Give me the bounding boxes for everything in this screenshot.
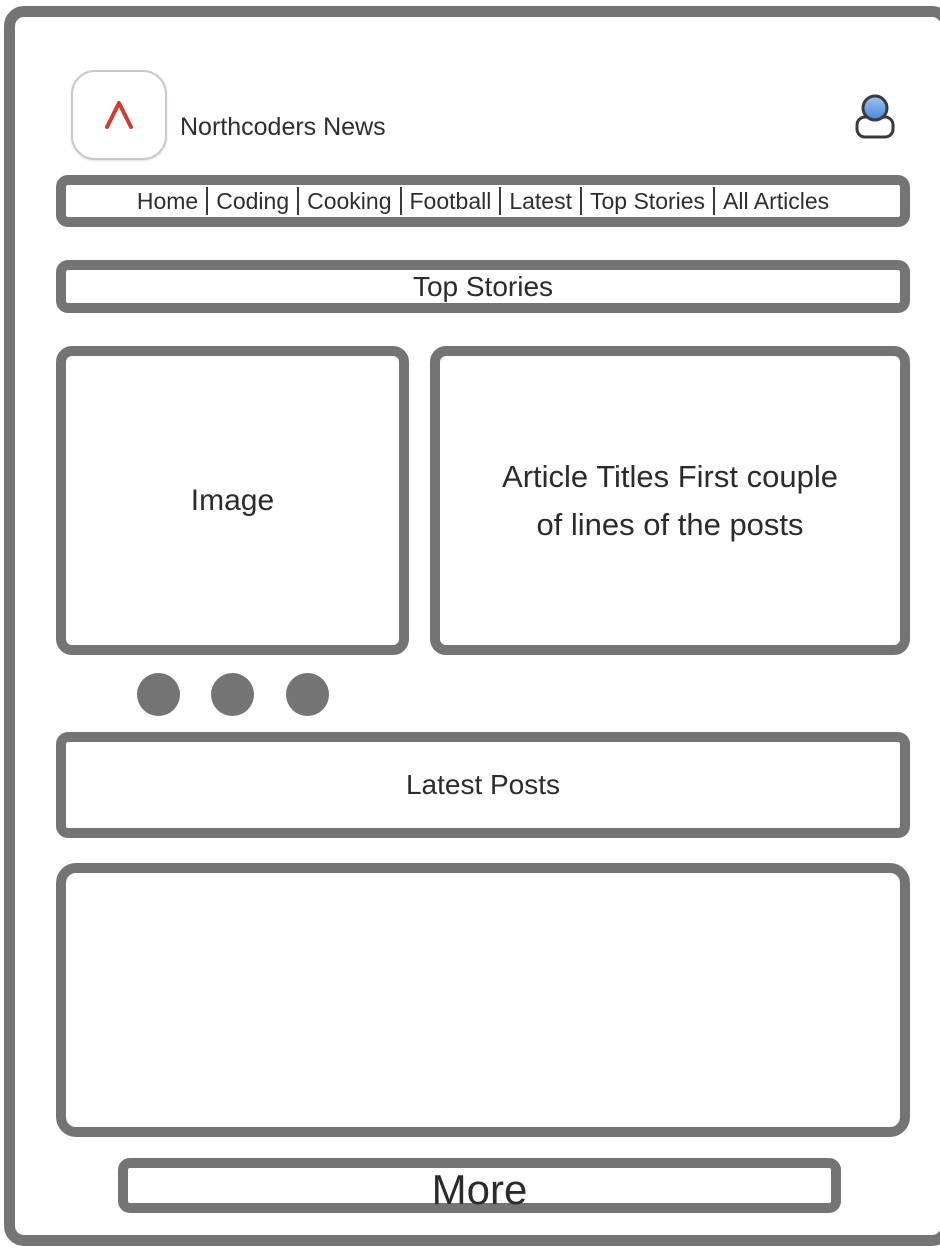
latest-posts-heading: Latest Posts [56,732,910,838]
top-stories-heading: Top Stories [56,260,910,313]
more-button[interactable]: More [118,1158,841,1213]
top-story-image[interactable]: Image [56,346,409,655]
nav-item-latest[interactable]: Latest [501,186,580,216]
nav-item-top-stories[interactable]: Top Stories [582,186,713,216]
caret-up-icon [105,101,133,129]
article-preview-text: Article Titles First couple of lines of … [502,458,838,542]
nav-item-home[interactable]: Home [129,186,206,216]
carousel-dot-3[interactable] [286,673,329,716]
nav-item-coding[interactable]: Coding [208,186,297,216]
main-navigation: Home Coding Cooking Football Latest Top … [56,175,910,227]
user-avatar-icon[interactable] [852,92,898,140]
nav-item-all-articles[interactable]: All Articles [715,186,837,216]
top-story-preview[interactable]: Article Titles First couple of lines of … [430,346,910,655]
carousel-dot-1[interactable] [137,673,180,716]
site-logo[interactable] [71,70,167,160]
more-button-label: More [431,1166,528,1213]
nav-item-cooking[interactable]: Cooking [299,186,399,216]
latest-posts-list [56,863,910,1137]
carousel-dot-2[interactable] [211,673,254,716]
nav-item-football[interactable]: Football [402,186,500,216]
site-title: Northcoders News [180,113,386,141]
